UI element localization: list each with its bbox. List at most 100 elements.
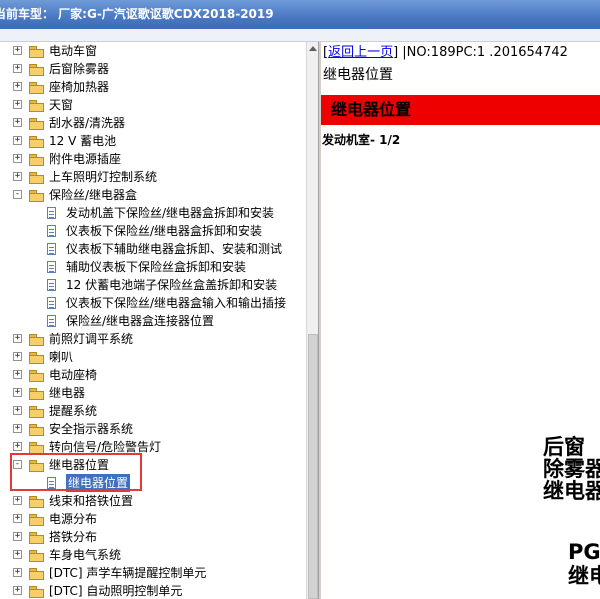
expand-icon[interactable]: + xyxy=(13,568,22,577)
folder-icon xyxy=(29,388,44,400)
expand-icon[interactable]: + xyxy=(13,514,22,523)
folder-icon xyxy=(29,424,44,436)
expand-icon[interactable]: + xyxy=(13,154,22,163)
scroll-up-arrow-icon[interactable] xyxy=(309,46,317,51)
folder-icon xyxy=(29,352,44,364)
tree-item[interactable]: + 附件电源插座 xyxy=(0,150,306,168)
document-icon xyxy=(47,207,56,219)
tree-item[interactable]: 保险丝/继电器盒连接器位置 xyxy=(0,312,306,330)
tree-item-label: 前照灯调平系统 xyxy=(49,332,134,346)
tree-item[interactable]: + 天窗 xyxy=(0,96,306,114)
folder-icon xyxy=(29,64,44,76)
tree-item[interactable]: + 线束和搭铁位置 xyxy=(0,492,306,510)
tree-item[interactable]: + 电动车窗 xyxy=(0,42,306,60)
tree-item[interactable]: 仪表板下保险丝/继电器盒拆卸和安装 xyxy=(0,222,306,240)
tree-item-label: 电动座椅 xyxy=(49,368,98,382)
tree-item-label: 附件电源插座 xyxy=(49,152,122,166)
document-icon xyxy=(47,261,56,273)
folder-icon xyxy=(29,406,44,418)
document-icon xyxy=(47,315,56,327)
document-icon xyxy=(47,225,56,237)
expand-icon[interactable]: + xyxy=(13,82,22,91)
document-icon xyxy=(47,279,56,291)
folder-icon xyxy=(29,334,44,346)
tree-item[interactable]: +12 V 蓄电池 xyxy=(0,132,306,150)
tree-item[interactable]: + 前照灯调平系统 xyxy=(0,330,306,348)
folder-icon xyxy=(29,568,44,580)
expand-icon[interactable]: + xyxy=(13,352,22,361)
tree-item[interactable]: 仪表板下保险丝/继电器盒输入和输出插接 xyxy=(0,294,306,312)
folder-icon xyxy=(29,100,44,112)
folder-icon xyxy=(29,586,44,598)
folder-icon xyxy=(29,82,44,94)
tree-item-label: 电源分布 xyxy=(49,512,98,526)
folder-icon xyxy=(29,370,44,382)
expand-icon[interactable]: + xyxy=(13,136,22,145)
tree-item-label: 电动车窗 xyxy=(49,44,98,58)
diagram-label-rear-defogger-relay: 后窗 除雾器 继电器 xyxy=(543,435,600,503)
tree-item[interactable]: + 搭铁分布 xyxy=(0,528,306,546)
tree-item[interactable]: + [DTC] 自动照明控制单元 xyxy=(0,582,306,599)
expand-icon[interactable]: + xyxy=(13,46,22,55)
expand-icon[interactable]: + xyxy=(13,442,22,451)
tree-item[interactable]: + 车身电气系统 xyxy=(0,546,306,564)
folder-icon xyxy=(29,496,44,508)
tree-item[interactable]: 发动机盖下保险丝/继电器盒拆卸和安装 xyxy=(0,204,306,222)
tree-item[interactable]: + 电动座椅 xyxy=(0,366,306,384)
tree-item[interactable]: + 提醒系统 xyxy=(0,402,306,420)
document-pane: [返回上一页] |NO:189PC:1 .201654742 继电器位置 继电器… xyxy=(321,42,600,599)
expand-icon[interactable]: + xyxy=(13,406,22,415)
expand-icon[interactable]: + xyxy=(13,118,22,127)
tree-item[interactable]: + 安全指示器系统 xyxy=(0,420,306,438)
tree-item[interactable]: - 保险丝/继电器盒 xyxy=(0,186,306,204)
expand-icon[interactable]: + xyxy=(13,100,22,109)
expand-icon[interactable]: + xyxy=(13,334,22,343)
scroll-thumb[interactable] xyxy=(308,334,318,599)
back-link[interactable]: 返回上一页 xyxy=(328,45,393,60)
tree-item-label: 继电器 xyxy=(49,386,86,400)
folder-icon xyxy=(29,532,44,544)
tree-item-label: 天窗 xyxy=(49,98,74,112)
document-icon xyxy=(47,297,56,309)
expand-icon[interactable]: + xyxy=(13,586,22,595)
folder-icon xyxy=(29,442,44,454)
tree-item[interactable]: + 刮水器/清洗器 xyxy=(0,114,306,132)
tree-item[interactable]: 仪表板下辅助继电器盒拆卸、安装和测试 xyxy=(0,240,306,258)
folder-icon xyxy=(29,154,44,166)
folder-icon xyxy=(29,190,44,202)
tree-item[interactable]: + 喇叭 xyxy=(0,348,306,366)
tree-item-label: [DTC] 自动照明控制单元 xyxy=(49,584,183,598)
tree-item[interactable]: + 座椅加热器 xyxy=(0,78,306,96)
folder-icon xyxy=(29,118,44,130)
tree-item[interactable]: 12 伏蓄电池端子保险丝盒盖拆卸和安装 xyxy=(0,276,306,294)
doc-nav-info: |NO:189PC:1 .201654742 xyxy=(398,45,568,60)
tree-item[interactable]: 辅助仪表板下保险丝盒拆卸和安装 xyxy=(0,258,306,276)
tree-item[interactable]: + 电源分布 xyxy=(0,510,306,528)
tree-item-label: 上车照明灯控制系统 xyxy=(49,170,158,184)
expand-icon[interactable]: + xyxy=(13,64,22,73)
tree-item-label: 仪表板下辅助继电器盒拆卸、安装和测试 xyxy=(66,242,283,256)
expand-icon[interactable]: + xyxy=(13,496,22,505)
expand-icon[interactable]: + xyxy=(13,550,22,559)
tree-item[interactable]: + [DTC] 声学车辆提醒控制单元 xyxy=(0,564,306,582)
tree-item-label: 刮水器/清洗器 xyxy=(49,116,126,130)
tree-item[interactable]: + 继电器 xyxy=(0,384,306,402)
expand-icon[interactable]: + xyxy=(13,532,22,541)
tree-item-label: 仪表板下保险丝/继电器盒拆卸和安装 xyxy=(66,224,263,238)
doc-banner: 继电器位置 xyxy=(321,95,600,125)
folder-icon xyxy=(29,550,44,562)
expand-icon[interactable]: + xyxy=(13,370,22,379)
tree-pane[interactable]: + 电动车窗 + 后窗除雾器 + 座椅加热器 + 天窗 + 刮水器/清洗器 +12 V 蓄电池 + 附件… xyxy=(0,42,306,599)
expand-icon[interactable]: + xyxy=(13,424,22,433)
tree-item-label: 保险丝/继电器盒连接器位置 xyxy=(66,314,215,328)
tree-item-label: 车身电气系统 xyxy=(49,548,122,562)
expand-icon[interactable]: + xyxy=(13,388,22,397)
folder-icon xyxy=(29,514,44,526)
expand-icon[interactable]: + xyxy=(13,172,22,181)
window-title: 当前车型： 厂家:G-广汽讴歌讴歌CDX2018-2019 xyxy=(0,7,274,21)
tree-item[interactable]: + 后窗除雾器 xyxy=(0,60,306,78)
tree-item-label: 12 V 蓄电池 xyxy=(49,134,117,148)
collapse-icon[interactable]: - xyxy=(13,190,22,199)
tree-item-label: 辅助仪表板下保险丝盒拆卸和安装 xyxy=(66,260,247,274)
tree-item[interactable]: + 上车照明灯控制系统 xyxy=(0,168,306,186)
